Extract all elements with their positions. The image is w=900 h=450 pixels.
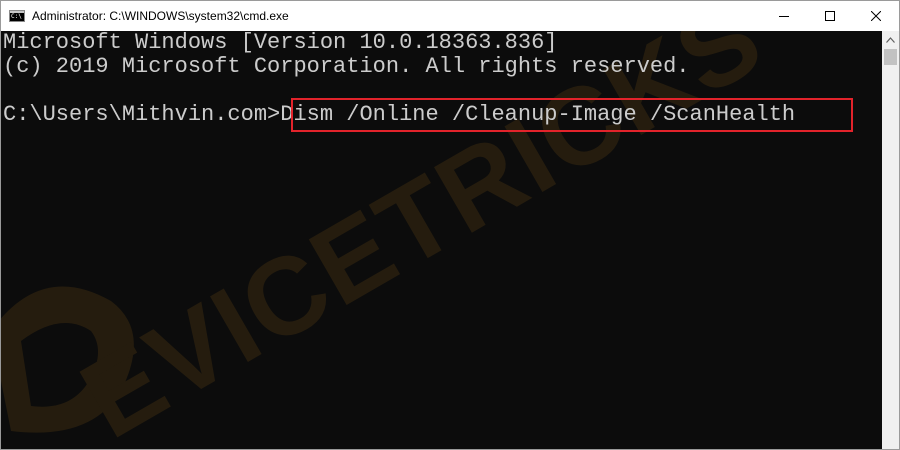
chevron-up-icon — [886, 36, 895, 43]
close-button[interactable] — [853, 1, 899, 31]
close-icon — [871, 11, 881, 21]
vertical-scrollbar[interactable] — [882, 31, 899, 449]
console-line-copyright: (c) 2019 Microsoft Corporation. All righ… — [3, 54, 690, 79]
title-bar[interactable]: C:\ Administrator: C:\WINDOWS\system32\c… — [1, 1, 899, 31]
cmd-icon[interactable]: C:\ — [9, 10, 25, 22]
maximize-icon — [825, 11, 835, 21]
command-highlight-box — [291, 98, 853, 132]
maximize-button[interactable] — [807, 1, 853, 31]
watermark-logo: EVICETRICKS — [1, 31, 783, 450]
scroll-thumb[interactable] — [884, 49, 897, 65]
scroll-up-button[interactable] — [882, 31, 899, 48]
console-output[interactable]: EVICETRICKS Microsoft Windows [Version 1… — [1, 31, 883, 450]
cmd-icon-text: C:\ — [11, 13, 22, 20]
minimize-button[interactable] — [761, 1, 807, 31]
watermark-text: EVICETRICKS — [62, 31, 783, 450]
window-title: Administrator: C:\WINDOWS\system32\cmd.e… — [32, 9, 289, 23]
cmd-window: C:\ Administrator: C:\WINDOWS\system32\c… — [0, 0, 900, 450]
console-line-version: Microsoft Windows [Version 10.0.18363.83… — [3, 31, 558, 55]
minimize-icon — [779, 16, 789, 17]
